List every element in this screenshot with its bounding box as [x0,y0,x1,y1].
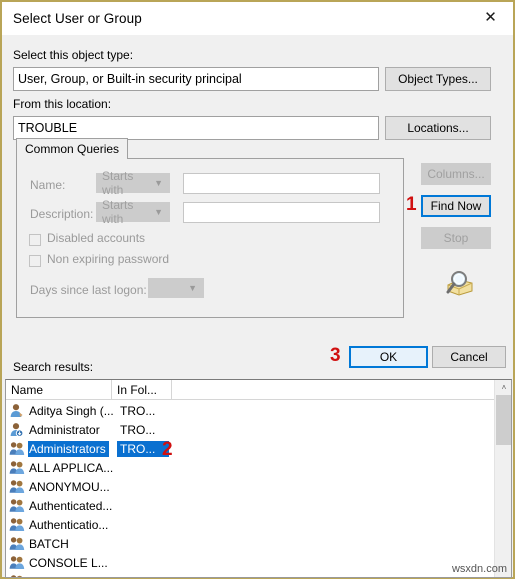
select-user-or-group-dialog: Select User or Group ✕ Select this objec… [0,0,515,579]
row-folder [117,505,134,507]
locations-button[interactable]: Locations... [385,116,491,140]
annotation-1: 1 [406,194,417,215]
list-header: Name In Fol... [6,380,511,400]
find-now-button[interactable]: Find Now [421,195,491,217]
row-name: Administrator [29,422,100,437]
group-icon [9,498,25,513]
object-type-value: User, Group, or Built-in security princi… [18,72,242,86]
tab-seam [17,158,121,160]
search-results-list[interactable]: Name In Fol... Aditya Singh (... TRO... … [5,379,512,578]
description-operator-value: Starts with [102,198,134,226]
row-folder [117,524,134,526]
chevron-down-icon: ▼ [154,178,163,188]
row-folder [117,562,134,564]
row-folder [117,467,134,469]
annotation-2: 2 [162,439,173,460]
row-name: Aditya Singh (... [29,403,114,418]
chevron-down-icon: ▼ [188,283,197,293]
days-since-last-logon-label: Days since last logon: [30,283,147,297]
row-name: ANONYMOU... [29,479,110,494]
location-value: TROUBLE [18,121,78,135]
days-since-last-logon-dropdown[interactable]: ▼ [148,278,204,298]
location-field[interactable]: TROUBLE [13,116,379,140]
common-queries-panel: Name: Starts with ▼ Description: Starts … [16,158,404,318]
watermark: wsxdn.com [451,563,507,575]
stop-button[interactable]: Stop [421,227,491,249]
group-icon [9,479,25,494]
disabled-accounts-label: Disabled accounts [47,231,146,245]
annotation-3: 3 [330,345,341,366]
selected-result-row[interactable]: Administrators TRO... [6,439,511,458]
table-row[interactable]: BATCH [6,534,511,553]
table-row[interactable]: Aditya Singh (... TRO... [6,401,511,420]
description-operator-dropdown[interactable]: Starts with ▼ [96,198,170,226]
chevron-down-icon: ▼ [154,207,163,217]
table-row[interactable]: CREATOR G... [6,572,511,578]
row-folder [117,486,134,488]
column-header-name[interactable]: Name [6,380,112,399]
scrollbar-thumb[interactable] [496,395,511,445]
title-bar: Select User or Group ✕ [2,2,513,35]
page-title: Select User or Group [13,11,142,26]
object-type-field[interactable]: User, Group, or Built-in security princi… [13,67,379,91]
row-folder [117,543,134,545]
disabled-accounts-checkbox[interactable] [29,234,41,246]
close-icon: ✕ [484,8,497,26]
magnifier-folder-icon [439,269,475,299]
row-folder: TRO... [120,403,156,418]
close-button[interactable]: ✕ [468,2,513,33]
table-row[interactable]: CONSOLE L... [6,553,511,572]
name-operator-value: Starts with [102,169,134,197]
list-scrollbar[interactable]: ˄ [494,380,511,577]
description-input[interactable] [183,202,380,223]
cancel-button[interactable]: Cancel [432,346,506,368]
row-name: BATCH [29,536,69,551]
row-name: CONSOLE L... [29,555,108,570]
row-name: ALL APPLICA... [29,460,114,475]
group-icon [9,574,25,577]
dialog-body: Select this object type: User, Group, or… [2,35,513,578]
ok-button[interactable]: OK [349,346,428,368]
table-row[interactable]: Authenticated... [6,496,511,515]
column-header-in-folder[interactable]: In Fol... [112,380,172,399]
user-icon [9,403,25,418]
table-row[interactable]: Authenticatio... [6,515,511,534]
group-icon [9,460,25,475]
non-expiring-password-checkbox[interactable] [29,255,41,267]
description-label: Description: [30,207,94,221]
row-folder: TRO... [120,422,156,437]
row-name: Administrators [28,440,109,457]
search-results-label: Search results: [13,360,94,374]
location-label: From this location: [13,97,112,111]
row-name: Authenticatio... [29,517,109,532]
tab-common-queries[interactable]: Common Queries [16,138,129,159]
group-icon [9,536,25,551]
name-input[interactable] [183,173,380,194]
object-type-label: Select this object type: [13,48,134,62]
scroll-up-icon[interactable]: ˄ [495,380,511,395]
user-admin-icon [9,422,25,437]
row-name: Authenticated... [29,498,113,513]
non-expiring-password-label: Non expiring password [47,252,170,266]
table-row[interactable]: ANONYMOU... [6,477,511,496]
group-icon [9,555,25,570]
columns-button[interactable]: Columns... [421,163,491,185]
table-row[interactable]: ALL APPLICA... [6,458,511,477]
object-types-button[interactable]: Object Types... [385,67,491,91]
table-row[interactable]: Administrator TRO... [6,420,511,439]
group-icon [9,441,25,456]
name-label: Name: [30,178,66,192]
row-name: CREATOR G... [28,574,112,578]
name-operator-dropdown[interactable]: Starts with ▼ [96,169,170,197]
group-icon [9,517,25,532]
